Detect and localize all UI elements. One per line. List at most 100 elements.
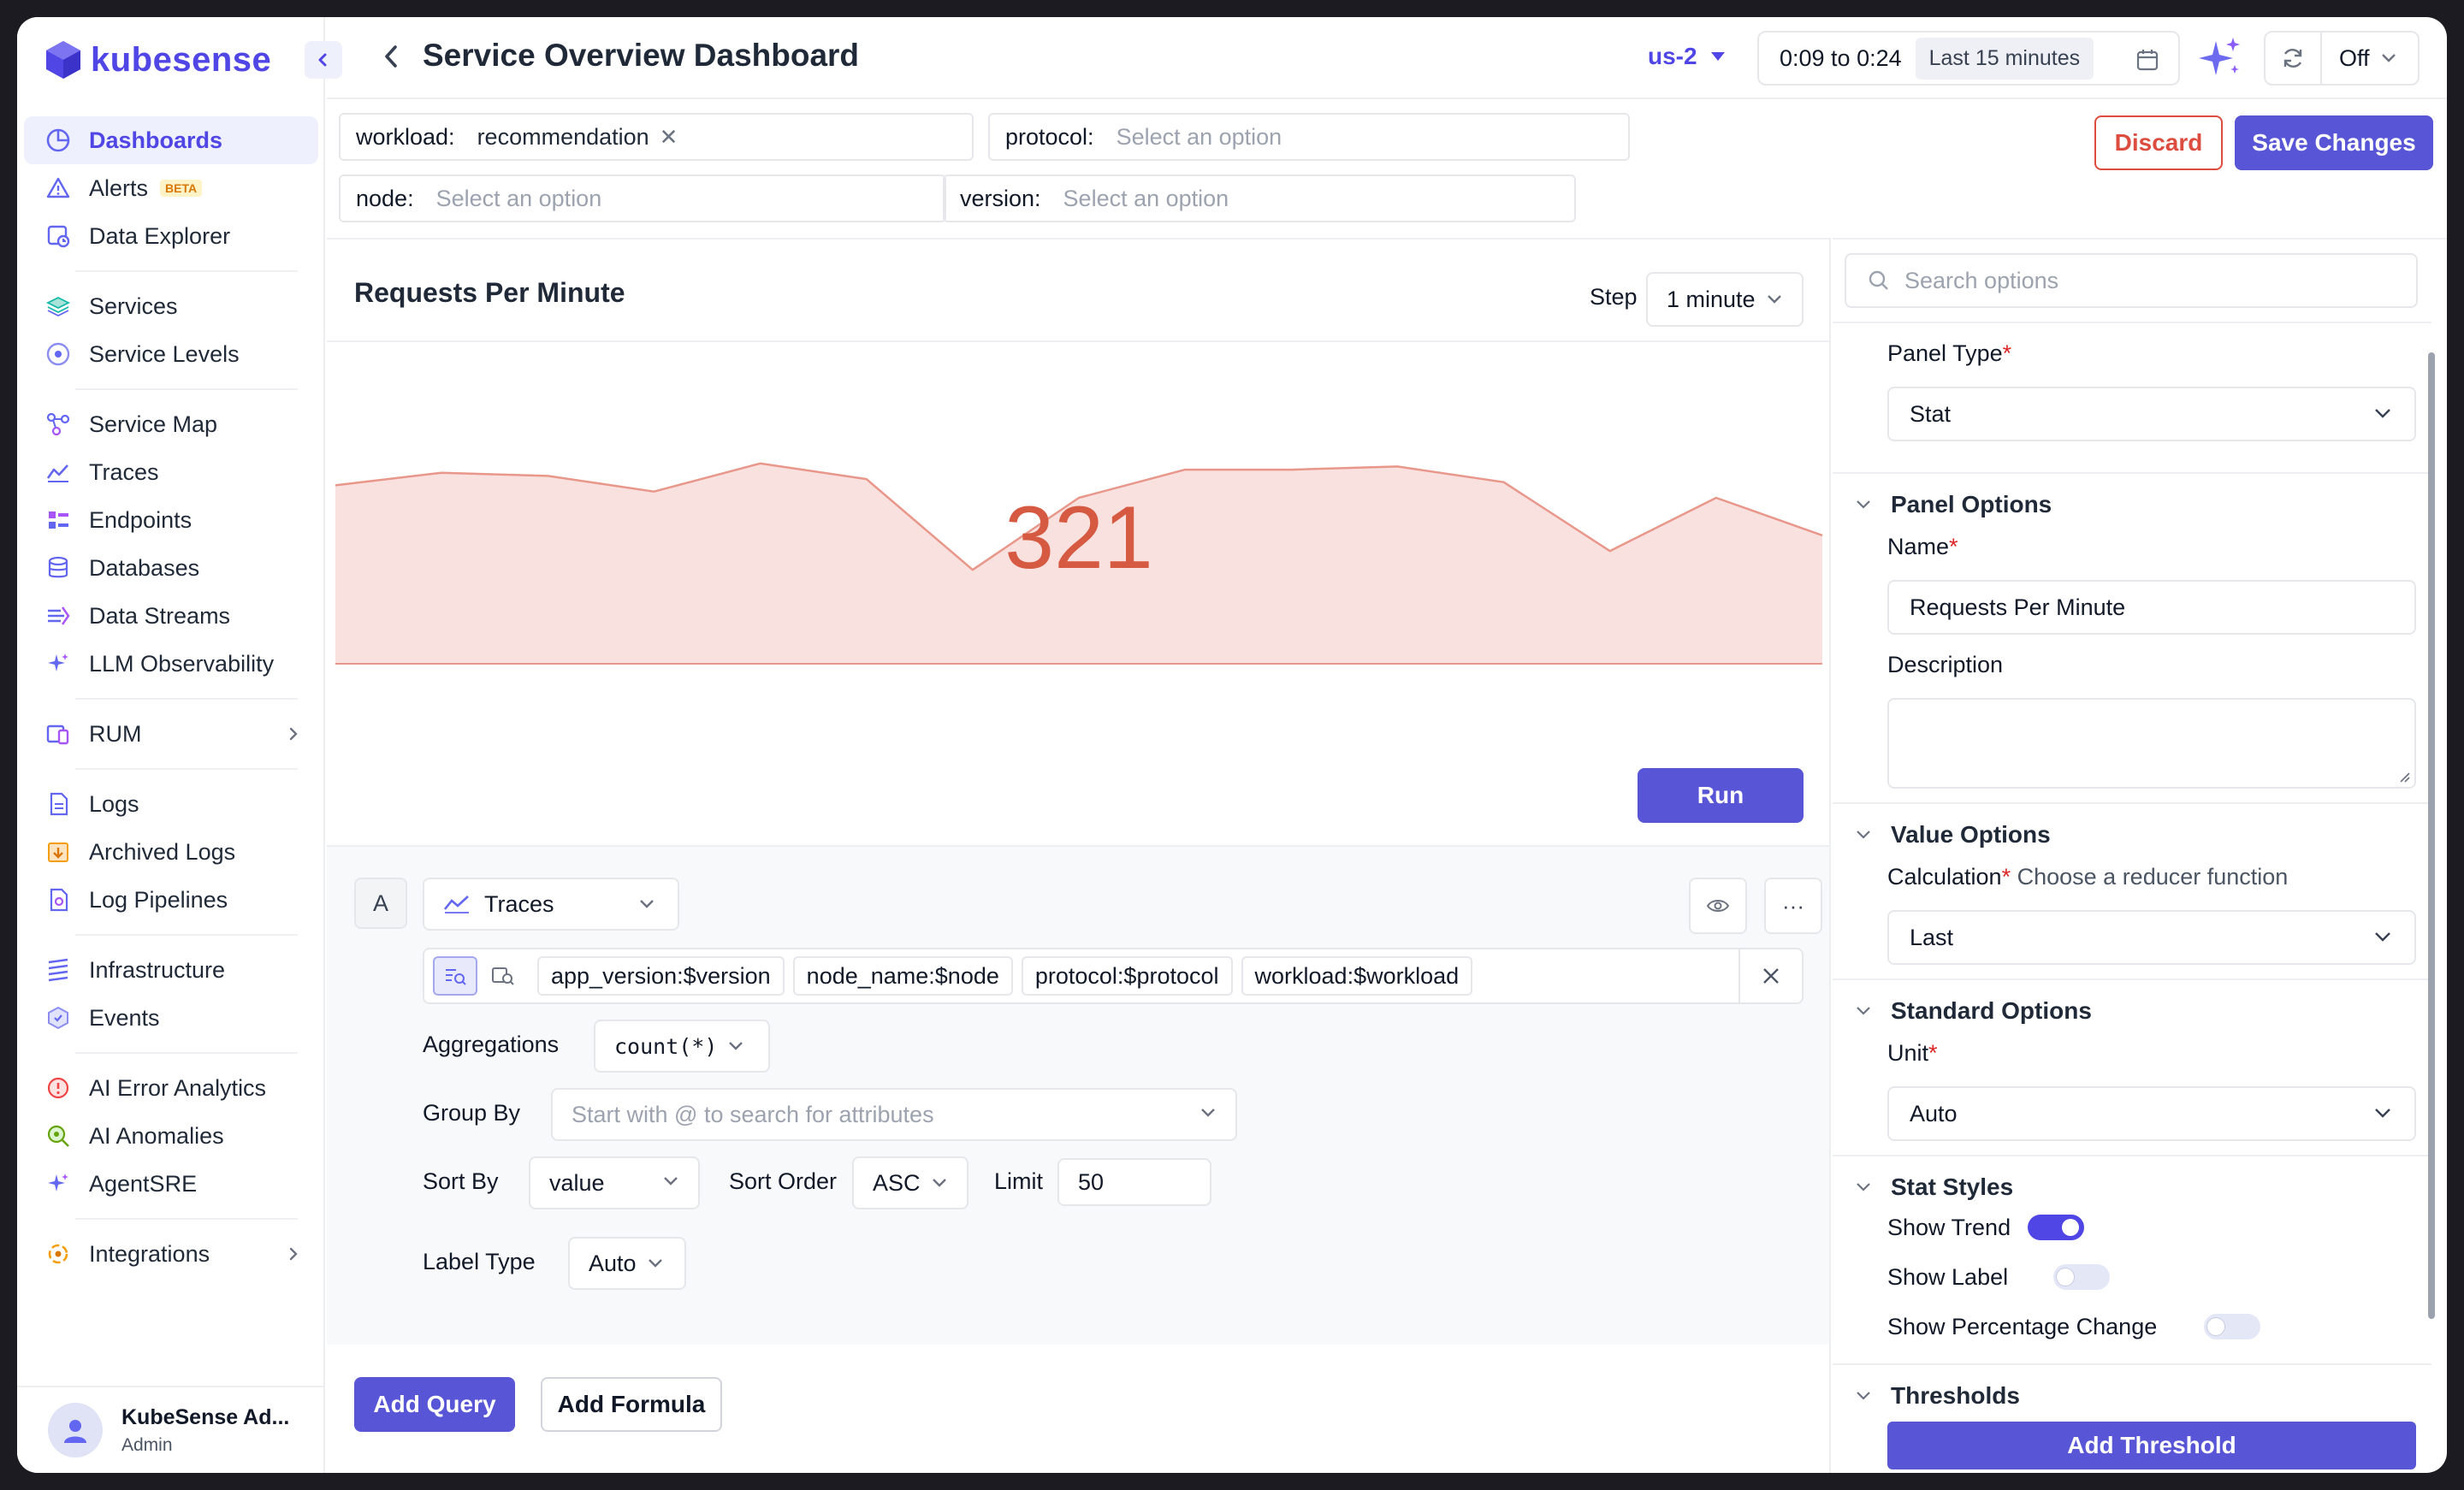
chevron-down-icon <box>729 1042 743 1050</box>
add-formula-button[interactable]: Add Formula <box>541 1377 722 1432</box>
sidebar-item-logs[interactable]: Logs <box>24 780 318 828</box>
sidebar-item-log-pipelines[interactable]: Log Pipelines <box>24 876 318 924</box>
add-query-button[interactable]: Add Query <box>354 1377 515 1432</box>
sidebar-item-integrations[interactable]: Integrations <box>24 1230 318 1278</box>
filter-chip-app-version[interactable]: app_version:$version <box>537 956 785 996</box>
value-options-section[interactable]: Value Options <box>1855 821 2051 848</box>
aggregations-label: Aggregations <box>423 1032 560 1057</box>
options-divider <box>1833 472 2431 474</box>
thresholds-section[interactable]: Thresholds <box>1855 1382 2020 1410</box>
close-icon <box>1763 968 1779 984</box>
avatar <box>48 1403 103 1457</box>
resize-handle-icon[interactable] <box>2399 772 2411 783</box>
sidebar-item-ai-error-analytics[interactable]: AI Error Analytics <box>24 1064 318 1112</box>
sidebar-item-archived-logs[interactable]: Archived Logs <box>24 828 318 876</box>
panel-type-select[interactable]: Stat <box>1887 387 2416 441</box>
sidebar-item-llm-observability[interactable]: LLM Observability <box>24 640 318 688</box>
clear-filters-button[interactable] <box>1738 949 1802 1002</box>
filter-chip-workload[interactable]: workload:$workload <box>1241 956 1473 996</box>
limit-input[interactable]: 50 <box>1057 1158 1211 1206</box>
save-changes-button[interactable]: Save Changes <box>2235 115 2433 170</box>
discard-button[interactable]: Discard <box>2094 115 2223 170</box>
sidebar-item-databases[interactable]: Databases <box>24 544 318 592</box>
sidebar-item-endpoints[interactable]: Endpoints <box>24 496 318 544</box>
rum-icon <box>44 720 72 748</box>
sort-by-value: value <box>549 1169 605 1196</box>
region-value: us-2 <box>1648 43 1697 69</box>
label-type-select[interactable]: Auto <box>568 1237 686 1290</box>
node-filter[interactable]: node: Select an option <box>339 174 946 222</box>
filter-chip-node-name[interactable]: node_name:$node <box>792 956 1013 996</box>
time-preset-chip[interactable]: Last 15 minutes <box>1915 37 2094 80</box>
show-percentage-change-toggle[interactable] <box>2204 1314 2260 1339</box>
sort-by-select[interactable]: value <box>529 1156 700 1209</box>
data-source-select[interactable]: Traces <box>423 878 679 931</box>
aggregation-select[interactable]: count(*) <box>594 1020 770 1073</box>
query-filter-bar[interactable]: app_version:$version node_name:$node pro… <box>423 948 1804 1004</box>
image-search-mode-button[interactable] <box>481 956 525 996</box>
panel-name-value: Requests Per Minute <box>1910 594 2126 620</box>
sidebar-item-label: RUM <box>89 720 142 747</box>
sidebar-item-data-explorer[interactable]: Data Explorer <box>24 212 318 260</box>
ai-sparkle-icon[interactable] <box>2197 36 2243 80</box>
traces-icon <box>44 458 72 486</box>
sidebar-item-agentsre[interactable]: AgentSRE <box>24 1160 318 1208</box>
back-arrow-icon[interactable] <box>380 43 402 70</box>
panel-name-input[interactable]: Requests Per Minute <box>1887 580 2416 635</box>
toggle-visibility-button[interactable] <box>1689 878 1747 934</box>
version-filter[interactable]: version: Select an option <box>943 174 1576 222</box>
sidebar-item-infrastructure[interactable]: Infrastructure <box>24 946 318 994</box>
panel-type-label: Panel Type* <box>1887 340 2011 367</box>
sidebar-item-traces[interactable]: Traces <box>24 448 318 496</box>
show-trend-toggle[interactable] <box>2028 1215 2084 1240</box>
app-window: kubesense Dashboards Alerts BETA Data Ex… <box>17 17 2447 1473</box>
sort-order-select[interactable]: ASC <box>852 1156 968 1209</box>
search-mode-button[interactable] <box>433 956 477 996</box>
user-profile[interactable]: KubeSense Ad... Admin <box>17 1386 325 1473</box>
calendar-icon[interactable] <box>2135 48 2159 72</box>
calculation-select[interactable]: Last <box>1887 910 2416 965</box>
group-by-select[interactable]: Start with @ to search for attributes <box>551 1088 1237 1141</box>
add-threshold-button[interactable]: Add Threshold <box>1887 1422 2416 1469</box>
sidebar-item-ai-anomalies[interactable]: AI Anomalies <box>24 1112 318 1160</box>
profile-role: Admin <box>121 1434 173 1455</box>
refresh-interval-select[interactable]: Off <box>2339 45 2397 72</box>
protocol-filter[interactable]: protocol: Select an option <box>988 113 1630 161</box>
standard-options-section[interactable]: Standard Options <box>1855 997 2092 1025</box>
step-select[interactable]: 1 minute <box>1646 272 1804 327</box>
description-textarea[interactable] <box>1887 698 2416 789</box>
sidebar-item-dashboards[interactable]: Dashboards <box>24 116 318 164</box>
show-label-toggle[interactable] <box>2053 1264 2110 1290</box>
unit-select[interactable]: Auto <box>1887 1086 2416 1141</box>
time-range-picker[interactable]: 0:09 to 0:24 Last 15 minutes <box>1757 31 2180 86</box>
options-scrollbar[interactable] <box>2428 352 2435 1319</box>
query-letter[interactable]: A <box>354 878 407 929</box>
sidebar-item-data-streams[interactable]: Data Streams <box>24 592 318 640</box>
traces-icon <box>443 896 469 914</box>
refresh-button[interactable] <box>2266 33 2322 84</box>
sidebar-item-rum[interactable]: RUM <box>24 710 318 758</box>
sidebar-item-label: AI Anomalies <box>89 1122 224 1149</box>
chevron-down-icon <box>2375 1109 2390 1118</box>
search-options-input[interactable]: Search options <box>1845 253 2418 308</box>
run-button[interactable]: Run <box>1638 768 1804 823</box>
panel-type-label-text: Panel Type <box>1887 340 2003 366</box>
filter-chip-protocol[interactable]: protocol:$protocol <box>1021 956 1233 996</box>
sidebar-item-services[interactable]: Services <box>24 282 318 330</box>
brand-logo[interactable]: kubesense <box>44 39 271 80</box>
stat-styles-section[interactable]: Stat Styles <box>1855 1174 2013 1201</box>
chevron-down-icon <box>1857 1392 1870 1400</box>
region-selector[interactable]: us-2 <box>1648 43 1727 70</box>
search-icon <box>1869 270 1888 290</box>
panel-options-section[interactable]: Panel Options <box>1855 491 2052 518</box>
service-levels-icon <box>44 340 72 368</box>
sidebar-item-alerts[interactable]: Alerts BETA <box>24 164 318 212</box>
services-icon <box>44 293 72 320</box>
sidebar-item-events[interactable]: Events <box>24 994 318 1042</box>
clear-filter-icon[interactable]: ✕ <box>660 124 678 151</box>
sidebar-item-service-map[interactable]: Service Map <box>24 400 318 448</box>
chevron-down-icon <box>1857 500 1870 509</box>
sidebar-item-service-levels[interactable]: Service Levels <box>24 330 318 378</box>
more-options-button[interactable]: ··· <box>1764 878 1822 934</box>
workload-filter[interactable]: workload: recommendation ✕ <box>339 113 974 161</box>
